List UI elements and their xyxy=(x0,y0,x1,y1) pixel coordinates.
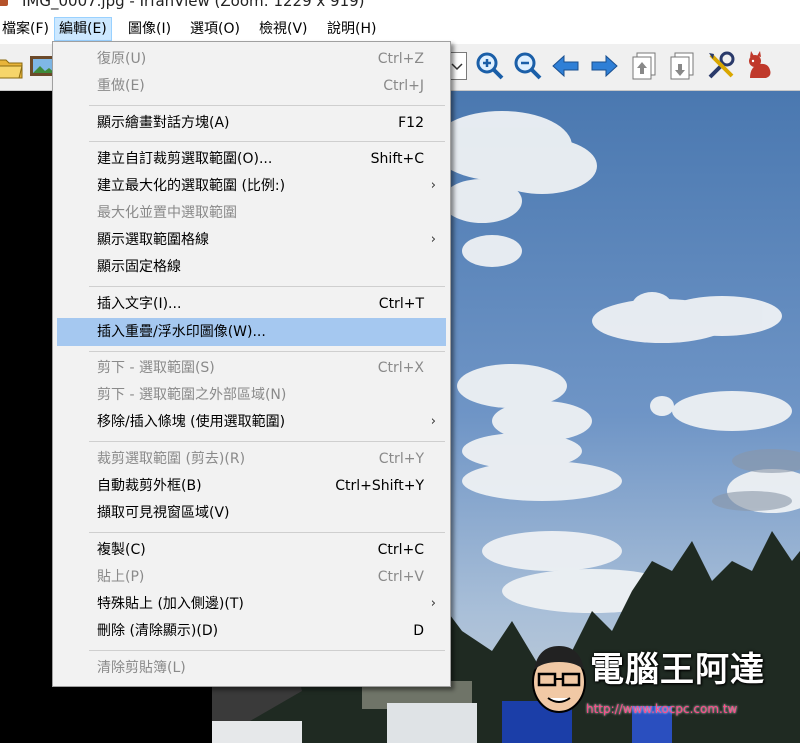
menu-item-label: 重做(E) xyxy=(97,78,145,94)
menu-item-label: 顯示選取範圍格線 xyxy=(97,232,209,248)
menu-item-label: 貼上(P) xyxy=(97,569,145,585)
menu-separator xyxy=(89,441,445,442)
menu-item-shortcut: F12 xyxy=(398,115,424,131)
menu-item-label: 插入文字(I)... xyxy=(97,296,182,312)
menu-item-shortcut: Ctrl+X xyxy=(377,360,424,376)
menu-item-shortcut: Shift+C xyxy=(370,151,424,167)
menu-item-paste[interactable]: 貼上(P) Ctrl+V xyxy=(57,564,446,590)
menu-item-max-selection-ratio[interactable]: 建立最大化的選取範圍 (比例:) › xyxy=(57,173,446,199)
menu-item-crop-selection[interactable]: 裁剪選取範圍 (剪去)(R) Ctrl+Y xyxy=(57,446,446,472)
site-watermark: 電腦王阿達 http://www.kocpc.com.tw xyxy=(528,640,798,730)
submenu-arrow-icon: › xyxy=(430,596,436,611)
menu-separator xyxy=(89,351,445,352)
zoom-out-icon[interactable] xyxy=(512,50,544,82)
menu-item-shortcut: Ctrl+V xyxy=(377,569,424,585)
menu-view[interactable]: 檢視(V) xyxy=(255,18,312,40)
menu-item-insert-watermark[interactable]: 插入重疊/浮水印圖像(W)... xyxy=(57,318,446,346)
menu-item-paste-special[interactable]: 特殊貼上 (加入側邊)(T) › xyxy=(57,591,446,617)
menu-item-remove-insert-strip[interactable]: 移除/插入條塊 (使用選取範圍) › xyxy=(57,409,446,435)
open-folder-icon[interactable] xyxy=(0,50,26,82)
menu-separator xyxy=(89,532,445,533)
menu-item-paint-dialog[interactable]: 顯示繪畫對話方塊(A) F12 xyxy=(57,110,446,136)
menu-item-label: 清除剪貼簿(L) xyxy=(97,660,186,676)
menu-item-label: 建立最大化的選取範圍 (比例:) xyxy=(97,178,286,194)
menu-options[interactable]: 選項(O) xyxy=(186,18,244,40)
menu-edit[interactable]: 編輯(E) xyxy=(54,17,112,41)
irfanview-app-icon xyxy=(0,0,8,6)
menu-item-shortcut: Ctrl+Y xyxy=(378,451,424,467)
watermark-title: 電腦王阿達 xyxy=(590,650,765,690)
next-arrow-icon[interactable] xyxy=(588,50,620,82)
menu-item-shortcut: Ctrl+Shift+Y xyxy=(335,478,424,494)
watermark-url: http://www.kocpc.com.tw xyxy=(586,702,738,716)
menu-item-shortcut: D xyxy=(413,623,424,639)
menu-item-maximize-center-selection[interactable]: 最大化並置中選取範圍 xyxy=(57,200,446,226)
menu-item-insert-text[interactable]: 插入文字(I)... Ctrl+T xyxy=(57,291,446,317)
menu-item-capture-visible-area[interactable]: 擷取可見視窗區域(V) xyxy=(57,500,446,526)
menu-item-label: 最大化並置中選取範圍 xyxy=(97,205,237,221)
window-title: IMG_0007.jpg - IrfanView (Zoom: 1229 x 9… xyxy=(22,0,365,10)
settings-tools-icon[interactable] xyxy=(705,50,737,82)
menu-separator xyxy=(89,286,445,287)
submenu-arrow-icon: › xyxy=(430,232,436,247)
menu-help[interactable]: 說明(H) xyxy=(323,18,380,40)
menu-item-label: 刪除 (清除顯示)(D) xyxy=(97,623,219,639)
submenu-arrow-icon: › xyxy=(430,414,436,429)
menu-item-label: 剪下 - 選取範圍之外部區域(N) xyxy=(97,387,287,403)
menu-item-label: 插入重疊/浮水印圖像(W)... xyxy=(97,324,266,340)
menu-item-undo[interactable]: 復原(U) Ctrl+Z xyxy=(57,46,446,72)
menu-item-label: 顯示固定格線 xyxy=(97,259,181,275)
menu-item-label: 剪下 - 選取範圍(S) xyxy=(97,360,215,376)
menu-file[interactable]: 檔案(F) xyxy=(0,18,53,40)
menu-item-cut-selection[interactable]: 剪下 - 選取範圍(S) Ctrl+X xyxy=(57,355,446,381)
menu-separator xyxy=(89,650,445,651)
menu-item-shortcut: Ctrl+Z xyxy=(377,51,424,67)
menu-item-label: 顯示繪畫對話方塊(A) xyxy=(97,115,230,131)
menu-bar: 檔案(F) 編輯(E) 圖像(I) 選項(O) 檢視(V) 說明(H) xyxy=(0,14,800,44)
menu-item-copy[interactable]: 複製(C) Ctrl+C xyxy=(57,537,446,563)
menu-item-label: 裁剪選取範圍 (剪去)(R) xyxy=(97,451,246,467)
menu-image[interactable]: 圖像(I) xyxy=(124,18,175,40)
menu-item-redo[interactable]: 重做(E) Ctrl+J xyxy=(57,73,446,99)
submenu-arrow-icon: › xyxy=(430,178,436,193)
edit-menu-dropdown: 復原(U) Ctrl+Z 重做(E) Ctrl+J 顯示繪畫對話方塊(A) F1… xyxy=(52,41,451,687)
menu-item-label: 建立自訂裁剪選取範圍(O)... xyxy=(97,151,273,167)
menu-separator xyxy=(89,105,445,106)
menu-item-label: 特殊貼上 (加入側邊)(T) xyxy=(97,596,244,612)
previous-arrow-icon[interactable] xyxy=(550,50,582,82)
menu-item-label: 復原(U) xyxy=(97,51,147,67)
first-page-icon[interactable] xyxy=(628,50,660,82)
menu-item-custom-crop-selection[interactable]: 建立自訂裁剪選取範圍(O)... Shift+C xyxy=(57,146,446,172)
menu-separator xyxy=(89,141,445,142)
mascot-face-icon xyxy=(532,646,586,713)
menu-item-shortcut: Ctrl+T xyxy=(378,296,424,312)
menu-item-label: 移除/插入條塊 (使用選取範圍) xyxy=(97,414,286,430)
menu-item-label: 擷取可見視窗區域(V) xyxy=(97,505,230,521)
menu-item-show-selection-grid[interactable]: 顯示選取範圍格線 › xyxy=(57,227,446,253)
last-page-icon[interactable] xyxy=(666,50,698,82)
menu-item-delete[interactable]: 刪除 (清除顯示)(D) D xyxy=(57,618,446,644)
window-title-bar: IMG_0007.jpg - IrfanView (Zoom: 1229 x 9… xyxy=(0,0,800,14)
menu-item-shortcut: Ctrl+C xyxy=(377,542,424,558)
menu-item-cut-outside-selection[interactable]: 剪下 - 選取範圍之外部區域(N) xyxy=(57,382,446,408)
menu-item-clear-clipboard[interactable]: 清除剪貼簿(L) xyxy=(57,655,446,681)
menu-item-auto-crop-borders[interactable]: 自動裁剪外框(B) Ctrl+Shift+Y xyxy=(57,473,446,499)
menu-item-show-fixed-grid[interactable]: 顯示固定格線 xyxy=(57,254,446,280)
irfanview-cat-icon[interactable] xyxy=(744,50,776,82)
menu-item-label: 自動裁剪外框(B) xyxy=(97,478,202,494)
menu-item-shortcut: Ctrl+J xyxy=(383,78,424,94)
zoom-in-icon[interactable] xyxy=(474,50,506,82)
menu-item-label: 複製(C) xyxy=(97,542,146,558)
